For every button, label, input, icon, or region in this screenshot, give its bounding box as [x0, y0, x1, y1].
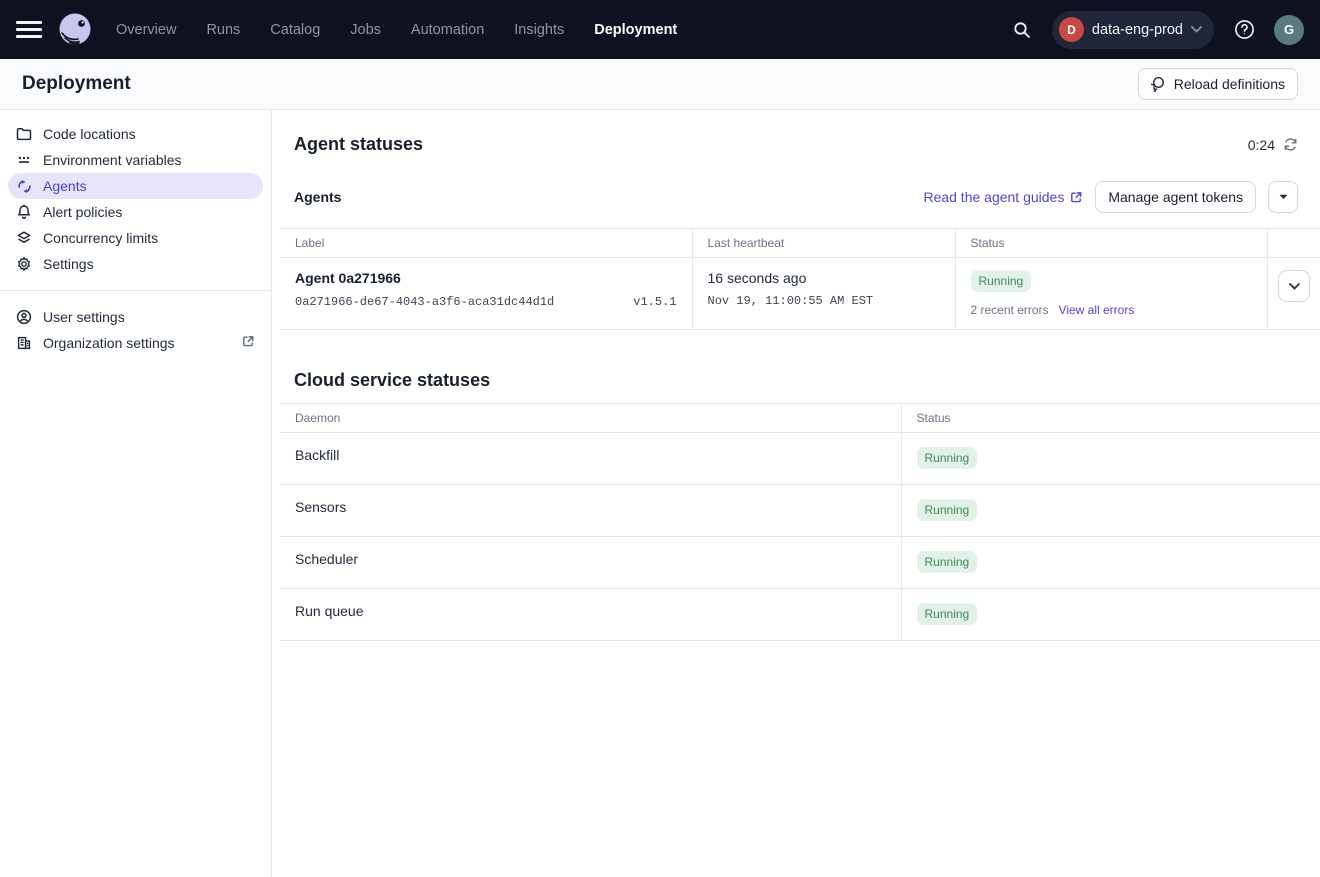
sidebar-item-code-locations[interactable]: Code locations [0, 121, 271, 147]
nav-item-jobs[interactable]: Jobs [350, 22, 381, 38]
workspace-name: data-eng-prod [1092, 22, 1183, 38]
manage-agent-tokens-label: Manage agent tokens [1108, 189, 1243, 205]
nav-item-insights[interactable]: Insights [514, 22, 564, 38]
sidebar-item-label: Alert policies [43, 204, 122, 220]
folder-icon [16, 126, 32, 142]
daemon-name: Backfill [280, 433, 901, 485]
nav-item-automation[interactable]: Automation [411, 22, 484, 38]
heartbeat-relative: 16 seconds ago [708, 270, 940, 286]
cloud-services-table: Daemon Status Backfill Running Sensors R… [280, 403, 1320, 641]
agent-actions-dropdown-button[interactable] [1268, 181, 1298, 213]
countdown-value: 0:24 [1248, 137, 1275, 153]
refresh-countdown: 0:24 [1248, 137, 1298, 153]
reload-icon [1151, 76, 1167, 92]
manage-agent-tokens-button[interactable]: Manage agent tokens [1095, 181, 1256, 213]
gear-icon [16, 256, 32, 272]
nav-item-runs[interactable]: Runs [206, 22, 240, 38]
sidebar-item-alert-policies[interactable]: Alert policies [0, 199, 271, 225]
sidebar-item-settings[interactable]: Settings [0, 251, 271, 277]
external-link-icon [242, 335, 255, 351]
deployment-sidebar: Code locations Environment variables Age… [0, 110, 272, 877]
bell-icon [16, 204, 32, 220]
daemon-status-badge: Running [917, 603, 978, 625]
daemon-name: Run queue [280, 589, 901, 641]
sidebar-item-label: User settings [43, 309, 125, 325]
daemon-row: Backfill Running [280, 433, 1320, 485]
hamburger-menu-icon[interactable] [16, 17, 42, 43]
sidebar-item-label: Environment variables [43, 152, 182, 168]
sidebar-item-organization-settings[interactable]: Organization settings [0, 330, 271, 356]
heartbeat-timestamp: Nov 19, 11:00:55 AM EST [708, 294, 940, 308]
caret-down-icon [1279, 194, 1288, 200]
agents-table: Label Last heartbeat Status Agent 0a2719… [280, 228, 1320, 330]
agent-id: 0a271966-de67-4043-a3f6-aca31dc44d1d [295, 295, 554, 309]
sidebar-item-concurrency-limits[interactable]: Concurrency limits [0, 225, 271, 251]
agent-expand-button[interactable] [1278, 270, 1310, 302]
help-icon[interactable] [1228, 14, 1260, 46]
column-header-daemon: Daemon [280, 404, 901, 433]
column-header-label: Label [280, 229, 692, 258]
dagster-logo-icon[interactable] [56, 11, 94, 49]
column-header-heartbeat: Last heartbeat [692, 229, 955, 258]
daemon-row: Sensors Running [280, 485, 1320, 537]
top-nav-bar: Overview Runs Catalog Jobs Automation In… [0, 0, 1320, 59]
column-header-actions [1268, 229, 1320, 258]
view-all-errors-link[interactable]: View all errors [1059, 303, 1135, 317]
agent-statuses-title: Agent statuses [294, 134, 423, 155]
daemon-name: Sensors [280, 485, 901, 537]
page-header: Deployment Reload definitions [0, 59, 1320, 110]
column-header-status: Status [901, 404, 1320, 433]
daemon-status-badge: Running [917, 551, 978, 573]
main-content: Agent statuses 0:24 Agents Read the agen… [272, 110, 1320, 877]
user-circle-icon [16, 309, 32, 325]
agents-section-label: Agents [294, 189, 341, 205]
sidebar-item-agents[interactable]: Agents [8, 173, 263, 199]
daemon-row: Scheduler Running [280, 537, 1320, 589]
daemon-row: Run queue Running [280, 589, 1320, 641]
recent-errors-text: 2 recent errors [971, 303, 1049, 317]
sidebar-item-label: Agents [43, 178, 87, 194]
agent-version: v1.5.1 [633, 295, 676, 309]
daemon-name: Scheduler [280, 537, 901, 589]
sidebar-item-label: Organization settings [43, 335, 175, 351]
page-title: Deployment [22, 73, 131, 95]
reload-definitions-button[interactable]: Reload definitions [1138, 68, 1298, 100]
daemon-status-badge: Running [917, 499, 978, 521]
sidebar-item-label: Settings [43, 256, 94, 272]
user-avatar[interactable]: G [1274, 15, 1304, 45]
workspace-avatar: D [1059, 17, 1084, 42]
building-icon [16, 335, 32, 351]
sidebar-item-label: Concurrency limits [43, 230, 158, 246]
reload-definitions-label: Reload definitions [1174, 76, 1285, 92]
nav-item-catalog[interactable]: Catalog [270, 22, 320, 38]
primary-nav: Overview Runs Catalog Jobs Automation In… [116, 22, 677, 38]
layers-icon [16, 230, 32, 246]
agent-icon [16, 178, 32, 194]
refresh-icon[interactable] [1283, 137, 1298, 152]
agent-row: Agent 0a271966 0a271966-de67-4043-a3f6-a… [280, 258, 1320, 330]
sidebar-item-environment-variables[interactable]: Environment variables [0, 147, 271, 173]
workspace-switcher[interactable]: D data-eng-prod [1052, 11, 1214, 49]
sidebar-divider [0, 290, 271, 291]
cloud-service-statuses-title: Cloud service statuses [294, 370, 1298, 391]
external-link-icon [1070, 191, 1083, 204]
search-icon[interactable] [1006, 14, 1038, 46]
nav-item-overview[interactable]: Overview [116, 22, 176, 38]
agent-name: Agent 0a271966 [295, 270, 677, 286]
sidebar-item-user-settings[interactable]: User settings [0, 304, 271, 330]
chevron-down-icon [1289, 283, 1300, 290]
agent-guides-link[interactable]: Read the agent guides [923, 189, 1083, 205]
nav-item-deployment[interactable]: Deployment [594, 22, 677, 38]
sidebar-item-label: Code locations [43, 126, 136, 142]
env-vars-icon [16, 152, 32, 168]
chevron-down-icon [1191, 26, 1202, 33]
agent-status-badge: Running [971, 270, 1032, 292]
agent-guides-link-label: Read the agent guides [923, 189, 1064, 205]
column-header-status: Status [955, 229, 1268, 258]
daemon-status-badge: Running [917, 447, 978, 469]
top-nav-right: D data-eng-prod G [1006, 11, 1304, 49]
